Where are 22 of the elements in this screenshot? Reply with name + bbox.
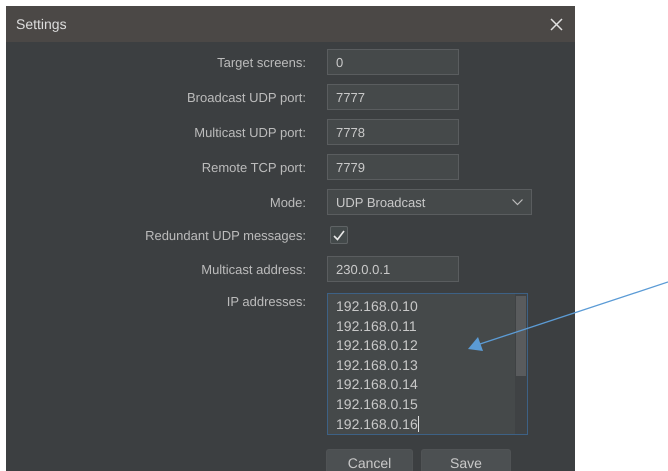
mode-dropdown[interactable]: UDP Broadcast xyxy=(327,189,532,215)
field-label: Multicast UDP port: xyxy=(194,124,306,140)
close-icon[interactable] xyxy=(550,18,563,30)
window-title: Settings xyxy=(16,16,67,32)
chevron-down-icon xyxy=(512,198,523,206)
field-label: Mode: xyxy=(270,194,306,210)
text-field[interactable]: 7779 xyxy=(327,154,459,180)
text-field[interactable]: 230.0.0.1 xyxy=(327,256,459,282)
cancel-button[interactable]: Cancel xyxy=(326,449,413,471)
text-field[interactable]: 0 xyxy=(327,49,459,75)
save-button[interactable]: Save xyxy=(421,449,511,471)
field-label: Target screens: xyxy=(217,54,306,70)
field-label: Remote TCP port: xyxy=(202,160,306,174)
checkmark-icon xyxy=(333,230,345,240)
text-field[interactable]: 7777 xyxy=(327,84,459,110)
field-label: Broadcast UDP port: xyxy=(187,90,306,104)
field-label: IP addresses: xyxy=(226,293,306,309)
scrollbar[interactable] xyxy=(515,294,527,434)
field-label: Multicast address: xyxy=(201,262,306,276)
text-field[interactable]: 7778 xyxy=(327,119,459,145)
field-label: Redundant UDP messages: xyxy=(145,228,306,243)
checkbox[interactable] xyxy=(330,226,348,244)
